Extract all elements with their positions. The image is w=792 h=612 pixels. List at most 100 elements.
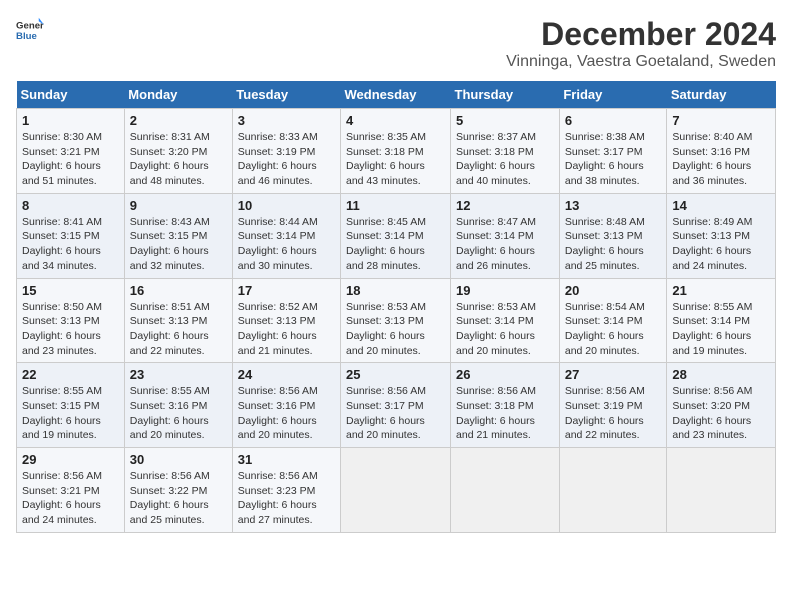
weekday-header-wednesday: Wednesday <box>341 81 451 109</box>
day-info: Sunrise: 8:41 AMSunset: 3:15 PMDaylight:… <box>22 216 102 272</box>
day-info: Sunrise: 8:35 AMSunset: 3:18 PMDaylight:… <box>346 131 426 187</box>
day-number: 10 <box>238 198 335 213</box>
day-number: 29 <box>22 452 119 467</box>
day-info: Sunrise: 8:37 AMSunset: 3:18 PMDaylight:… <box>456 131 536 187</box>
day-number: 22 <box>22 367 119 382</box>
day-number: 21 <box>672 283 770 298</box>
calendar-cell <box>559 448 667 533</box>
weekday-header-saturday: Saturday <box>667 81 776 109</box>
day-info: Sunrise: 8:51 AMSunset: 3:13 PMDaylight:… <box>130 301 210 357</box>
calendar-cell: 20Sunrise: 8:54 AMSunset: 3:14 PMDayligh… <box>559 278 667 363</box>
calendar-cell: 1 Sunrise: 8:30 AMSunset: 3:21 PMDaylight… <box>17 109 125 194</box>
calendar-cell: 27 Sunrise: 8:56 AMSunset: 3:19 PMDayligh… <box>559 363 667 448</box>
calendar-cell: 16 Sunrise: 8:51 AMSunset: 3:13 PMDayligh… <box>124 278 232 363</box>
calendar-cell: 4 Sunrise: 8:35 AMSunset: 3:18 PMDaylight… <box>341 109 451 194</box>
day-info: Sunrise: 8:55 AMSunset: 3:14 PMDaylight:… <box>672 301 752 357</box>
calendar-week-row: 8 Sunrise: 8:41 AMSunset: 3:15 PMDaylight… <box>17 193 776 278</box>
day-number: 28 <box>672 367 770 382</box>
day-info: Sunrise: 8:48 AMSunset: 3:13 PMDaylight:… <box>565 216 645 272</box>
day-number: 18 <box>346 283 445 298</box>
calendar-cell: 26Sunrise: 8:56 AMSunset: 3:18 PMDayligh… <box>451 363 560 448</box>
calendar-cell: 8 Sunrise: 8:41 AMSunset: 3:15 PMDaylight… <box>17 193 125 278</box>
day-number: 2 <box>130 113 227 128</box>
calendar-cell: 6 Sunrise: 8:38 AMSunset: 3:17 PMDaylight… <box>559 109 667 194</box>
day-info: Sunrise: 8:54 AMSunset: 3:14 PMDaylight:… <box>565 301 645 357</box>
day-number: 9 <box>130 198 227 213</box>
day-info: Sunrise: 8:56 AMSunset: 3:22 PMDaylight:… <box>130 470 210 526</box>
day-info: Sunrise: 8:55 AMSunset: 3:16 PMDaylight:… <box>130 385 210 441</box>
svg-text:Blue: Blue <box>16 31 37 42</box>
weekday-header-tuesday: Tuesday <box>232 81 340 109</box>
calendar-week-row: 22 Sunrise: 8:55 AMSunset: 3:15 PMDayligh… <box>17 363 776 448</box>
calendar-cell: 5 Sunrise: 8:37 AMSunset: 3:18 PMDaylight… <box>451 109 560 194</box>
calendar-cell: 28 Sunrise: 8:56 AMSunset: 3:20 PMDayligh… <box>667 363 776 448</box>
day-info: Sunrise: 8:38 AMSunset: 3:17 PMDaylight:… <box>565 131 645 187</box>
day-info: Sunrise: 8:50 AMSunset: 3:13 PMDaylight:… <box>22 301 102 357</box>
calendar-cell: 11 Sunrise: 8:45 AMSunset: 3:14 PMDayligh… <box>341 193 451 278</box>
day-number: 26 <box>456 367 554 382</box>
calendar-title: December 2024 <box>506 16 776 53</box>
day-number: 6 <box>565 113 662 128</box>
weekday-header-row: SundayMondayTuesdayWednesdayThursdayFrid… <box>17 81 776 109</box>
day-info: Sunrise: 8:56 AMSunset: 3:20 PMDaylight:… <box>672 385 752 441</box>
calendar-cell <box>451 448 560 533</box>
day-number: 11 <box>346 198 445 213</box>
day-number: 5 <box>456 113 554 128</box>
calendar-cell: 24Sunrise: 8:56 AMSunset: 3:16 PMDayligh… <box>232 363 340 448</box>
day-info: Sunrise: 8:56 AMSunset: 3:17 PMDaylight:… <box>346 385 426 441</box>
day-number: 16 <box>130 283 227 298</box>
weekday-header-friday: Friday <box>559 81 667 109</box>
day-info: Sunrise: 8:49 AMSunset: 3:13 PMDaylight:… <box>672 216 752 272</box>
day-number: 19 <box>456 283 554 298</box>
calendar-cell <box>667 448 776 533</box>
day-info: Sunrise: 8:52 AMSunset: 3:13 PMDaylight:… <box>238 301 318 357</box>
calendar-table: SundayMondayTuesdayWednesdayThursdayFrid… <box>16 81 776 533</box>
general-blue-logo-icon: General Blue <box>16 16 44 44</box>
location-subtitle: Vinninga, Vaestra Goetaland, Sweden <box>506 53 776 71</box>
calendar-cell: 15 Sunrise: 8:50 AMSunset: 3:13 PMDayligh… <box>17 278 125 363</box>
day-info: Sunrise: 8:45 AMSunset: 3:14 PMDaylight:… <box>346 216 426 272</box>
day-number: 15 <box>22 283 119 298</box>
calendar-cell: 7Sunrise: 8:40 AMSunset: 3:16 PMDaylight… <box>667 109 776 194</box>
day-info: Sunrise: 8:43 AMSunset: 3:15 PMDaylight:… <box>130 216 210 272</box>
calendar-week-row: 1 Sunrise: 8:30 AMSunset: 3:21 PMDaylight… <box>17 109 776 194</box>
weekday-header-thursday: Thursday <box>451 81 560 109</box>
day-number: 3 <box>238 113 335 128</box>
title-area: December 2024 Vinninga, Vaestra Goetalan… <box>506 16 776 71</box>
day-number: 1 <box>22 113 119 128</box>
day-number: 4 <box>346 113 445 128</box>
calendar-cell: 2 Sunrise: 8:31 AMSunset: 3:20 PMDaylight… <box>124 109 232 194</box>
day-info: Sunrise: 8:47 AMSunset: 3:14 PMDaylight:… <box>456 216 536 272</box>
day-info: Sunrise: 8:55 AMSunset: 3:15 PMDaylight:… <box>22 385 102 441</box>
calendar-cell: 30 Sunrise: 8:56 AMSunset: 3:22 PMDayligh… <box>124 448 232 533</box>
calendar-cell: 14Sunrise: 8:49 AMSunset: 3:13 PMDayligh… <box>667 193 776 278</box>
day-number: 24 <box>238 367 335 382</box>
weekday-header-sunday: Sunday <box>17 81 125 109</box>
calendar-cell: 31 Sunrise: 8:56 AMSunset: 3:23 PMDayligh… <box>232 448 340 533</box>
calendar-cell <box>341 448 451 533</box>
day-info: Sunrise: 8:53 AMSunset: 3:13 PMDaylight:… <box>346 301 426 357</box>
day-number: 27 <box>565 367 662 382</box>
day-number: 12 <box>456 198 554 213</box>
day-info: Sunrise: 8:31 AMSunset: 3:20 PMDaylight:… <box>130 131 210 187</box>
day-number: 23 <box>130 367 227 382</box>
day-number: 7 <box>672 113 770 128</box>
day-number: 8 <box>22 198 119 213</box>
calendar-cell: 25Sunrise: 8:56 AMSunset: 3:17 PMDayligh… <box>341 363 451 448</box>
day-info: Sunrise: 8:56 AMSunset: 3:21 PMDaylight:… <box>22 470 102 526</box>
day-number: 31 <box>238 452 335 467</box>
calendar-cell: 22 Sunrise: 8:55 AMSunset: 3:15 PMDayligh… <box>17 363 125 448</box>
calendar-cell: 19Sunrise: 8:53 AMSunset: 3:14 PMDayligh… <box>451 278 560 363</box>
calendar-cell: 21 Sunrise: 8:55 AMSunset: 3:14 PMDayligh… <box>667 278 776 363</box>
logo: General Blue <box>16 16 44 44</box>
day-info: Sunrise: 8:30 AMSunset: 3:21 PMDaylight:… <box>22 131 102 187</box>
day-info: Sunrise: 8:56 AMSunset: 3:19 PMDaylight:… <box>565 385 645 441</box>
calendar-cell: 17 Sunrise: 8:52 AMSunset: 3:13 PMDayligh… <box>232 278 340 363</box>
calendar-cell: 10Sunrise: 8:44 AMSunset: 3:14 PMDayligh… <box>232 193 340 278</box>
calendar-cell: 23 Sunrise: 8:55 AMSunset: 3:16 PMDayligh… <box>124 363 232 448</box>
calendar-cell: 13Sunrise: 8:48 AMSunset: 3:13 PMDayligh… <box>559 193 667 278</box>
page-header: General Blue December 2024 Vinninga, Vae… <box>16 16 776 71</box>
day-number: 30 <box>130 452 227 467</box>
day-info: Sunrise: 8:56 AMSunset: 3:23 PMDaylight:… <box>238 470 318 526</box>
day-number: 17 <box>238 283 335 298</box>
